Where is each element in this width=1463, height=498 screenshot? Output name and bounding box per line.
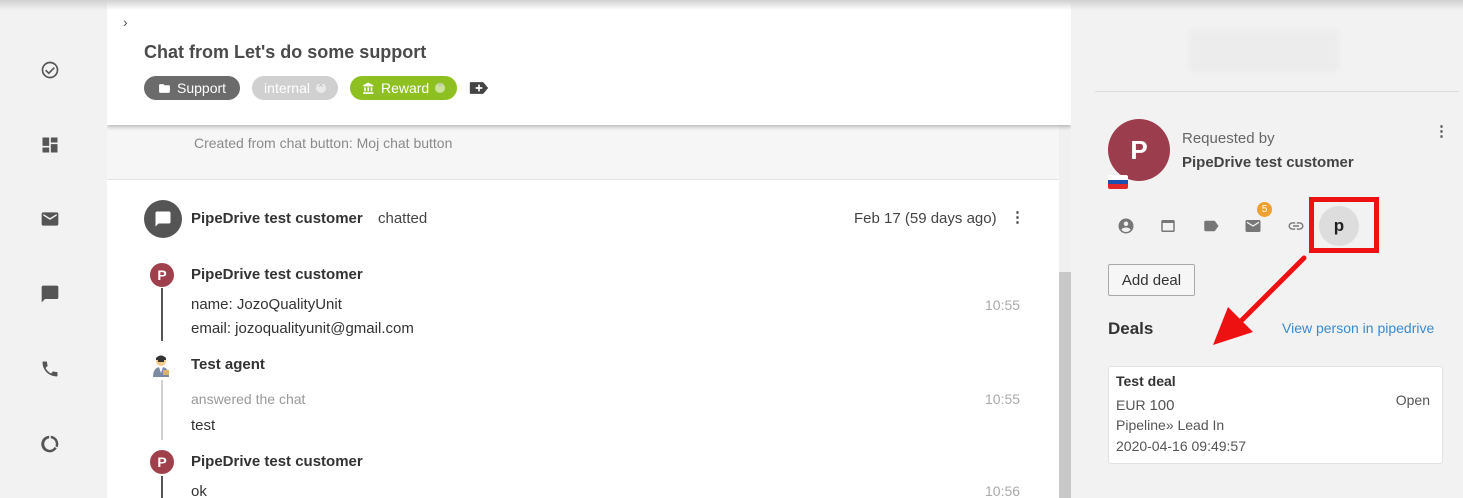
message-time: 10:56 — [985, 483, 1021, 498]
message-line: email: jozoqualityunit@gmail.com — [191, 320, 414, 337]
contact-menu-icon[interactable]: ⋮ — [1434, 124, 1449, 139]
scrollbar-thumb[interactable] — [1059, 272, 1071, 498]
message-thread-line — [161, 476, 163, 498]
highlight-box — [1309, 197, 1379, 253]
ticket-header: › Chat from Let's do some support Suppor… — [107, 0, 1071, 125]
check-circle-icon[interactable] — [38, 58, 62, 82]
deal-pipeline: Pipeline» Lead In — [1116, 417, 1225, 433]
link-icon[interactable] — [1286, 216, 1306, 236]
message-avatar: P — [150, 263, 174, 287]
remove-tag-icon[interactable] — [315, 80, 326, 93]
message-author: PipeDrive test customer — [191, 453, 363, 470]
chat-icon[interactable] — [38, 282, 62, 306]
contact-avatar: P — [1108, 119, 1170, 181]
ticket-title: Chat from Let's do some support — [144, 42, 427, 62]
top-shadow — [0, 0, 1463, 10]
mail-icon[interactable] — [1243, 216, 1263, 236]
message-line: test — [191, 417, 216, 434]
phone-icon[interactable] — [38, 357, 62, 381]
account-circle-icon[interactable] — [1116, 216, 1136, 236]
message-time: 10:55 — [985, 391, 1021, 407]
tag-internal[interactable]: internal — [252, 76, 338, 100]
ticket-panel: › Chat from Let's do some support Suppor… — [107, 0, 1071, 498]
agent-avatar-icon — [153, 355, 169, 377]
blurred-button[interactable] — [1189, 30, 1339, 72]
chat-menu-icon[interactable]: ⋮ — [1010, 210, 1025, 225]
chat-verb: chatted — [378, 210, 428, 227]
tag-reward[interactable]: Reward — [349, 76, 458, 100]
tag-support[interactable]: Support — [144, 76, 241, 100]
message-avatar: P — [150, 450, 174, 474]
folder-icon — [159, 83, 170, 93]
tag-list: Support internal Reward — [144, 76, 489, 100]
chat-actor-name: PipeDrive test customer — [191, 210, 363, 227]
mail-icon[interactable] — [38, 207, 62, 231]
chat-bubble-icon — [144, 200, 182, 238]
deal-name: Test deal — [1116, 373, 1176, 389]
deal-status: Open — [1395, 392, 1430, 408]
message-line: name: JozoQualityUnit — [191, 296, 342, 313]
bank-icon — [363, 82, 374, 94]
message-time: 10:55 — [985, 297, 1021, 313]
add-deal-button[interactable]: Add deal — [1108, 264, 1195, 296]
message-line: ok — [191, 483, 207, 498]
deal-currency: EUR — [1116, 397, 1146, 413]
mail-count-badge: 5 — [1257, 202, 1272, 217]
tag-internal-label: internal — [264, 80, 310, 96]
requested-by-label: Requested by — [1182, 130, 1275, 147]
message-thread-line — [161, 380, 163, 440]
reports-icon[interactable] — [38, 432, 62, 456]
message-system-note: answered the chat — [191, 391, 306, 407]
contact-panel: P Requested by PipeDrive test customer ⋮… — [1071, 0, 1463, 498]
view-person-link[interactable]: View person in pipedrive — [1282, 320, 1434, 336]
chat-event-header: PipeDrive test customer chatted Feb 17 (… — [144, 200, 1034, 238]
left-navigation — [0, 0, 100, 498]
chat-date: Feb 17 (59 days ago) — [854, 210, 997, 227]
deals-title: Deals — [1108, 319, 1154, 338]
label-icon[interactable] — [1201, 216, 1221, 236]
message-author: Test agent — [191, 356, 265, 373]
dashboard-icon[interactable] — [38, 133, 62, 157]
slovakia-flag-icon — [1108, 175, 1128, 189]
window-icon[interactable] — [1158, 216, 1178, 236]
deal-date: 2020-04-16 09:49:57 — [1116, 438, 1246, 454]
created-note-band: Created from chat button: Moj chat butto… — [107, 125, 1059, 180]
deal-value: EUR 100 — [1116, 397, 1174, 414]
message-thread-line — [161, 288, 163, 341]
message-author: PipeDrive test customer — [191, 266, 363, 283]
remove-tag-icon[interactable] — [435, 80, 446, 93]
tag-reward-label: Reward — [380, 80, 430, 96]
expand-chevron-icon[interactable]: › — [123, 14, 128, 30]
requester-name: PipeDrive test customer — [1182, 154, 1354, 171]
deal-amount: 100 — [1149, 397, 1175, 414]
created-note: Created from chat button: Moj chat butto… — [194, 135, 453, 151]
tag-support-label: Support — [177, 80, 227, 96]
deal-card[interactable]: Test deal Open EUR 100 Pipeline» Lead In… — [1108, 366, 1443, 464]
divider — [1095, 91, 1459, 92]
add-tag-icon[interactable] — [469, 79, 489, 97]
